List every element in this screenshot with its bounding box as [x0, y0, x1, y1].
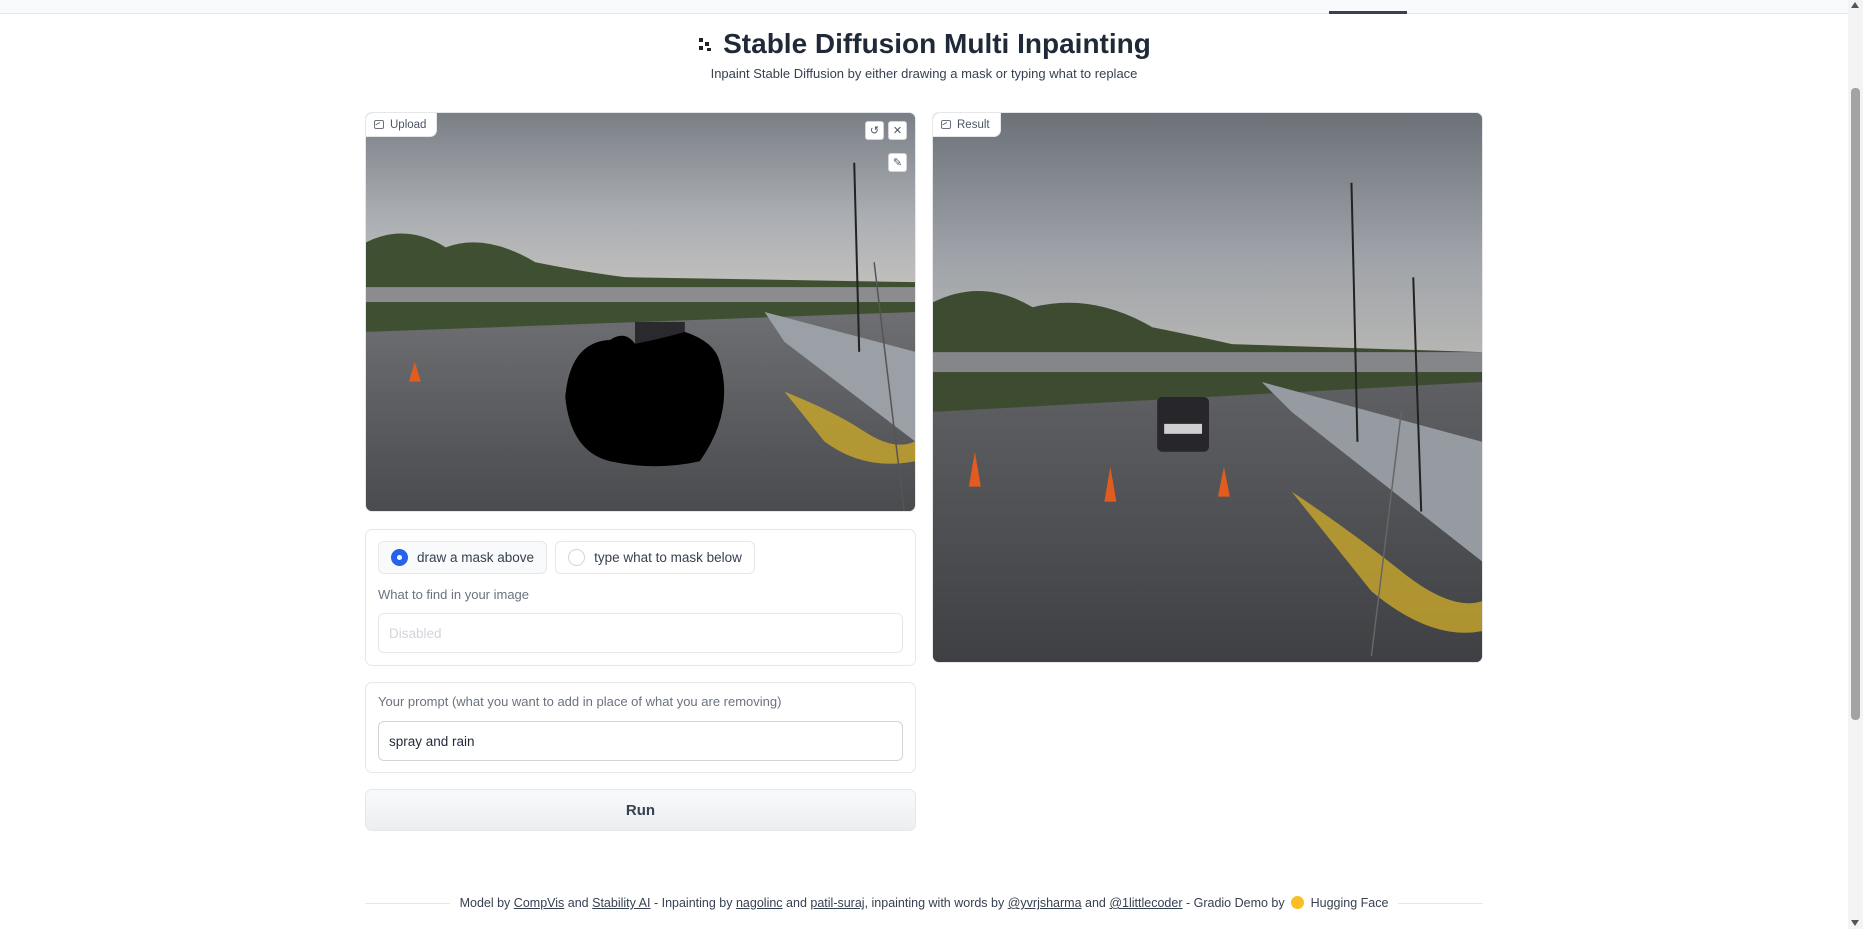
- compvis-link[interactable]: CompVis: [514, 896, 564, 910]
- image-icon: [374, 120, 384, 129]
- mask-mode-box: draw a mask above type what to mask belo…: [365, 529, 916, 666]
- brush-icon: ✎: [892, 157, 903, 169]
- brush-button[interactable]: ✎: [888, 153, 907, 172]
- 1littlecoder-link[interactable]: @1littlecoder: [1109, 896, 1182, 910]
- upload-image[interactable]: [366, 113, 915, 511]
- close-icon: ✕: [892, 125, 903, 137]
- top-nav-bar: [0, 0, 1848, 14]
- prompt-input[interactable]: spray and rain: [378, 721, 903, 761]
- find-field-label: What to find in your image: [378, 587, 530, 602]
- run-button[interactable]: Run: [365, 789, 916, 831]
- scroll-up-icon[interactable]: [1851, 2, 1859, 8]
- result-image: [933, 113, 1482, 662]
- prompt-field-label: Your prompt (what you want to add in pla…: [378, 694, 782, 709]
- page-header: Stable Diffusion Multi Inpainting Inpain…: [0, 28, 1848, 81]
- find-input: Disabled: [378, 613, 903, 653]
- upload-label: Upload: [366, 113, 438, 137]
- undo-icon: ↺: [869, 125, 880, 137]
- radio-type-mask[interactable]: type what to mask below: [555, 541, 755, 574]
- image-icon: [941, 120, 951, 129]
- stability-ai-link[interactable]: Stability AI: [592, 896, 650, 910]
- radio-selected-icon[interactable]: [391, 549, 408, 566]
- page-scrollbar[interactable]: [1848, 0, 1863, 929]
- page-title: Stable Diffusion Multi Inpainting: [723, 28, 1151, 59]
- result-image-panel: Result: [932, 112, 1483, 663]
- undo-button[interactable]: ↺: [865, 121, 884, 140]
- active-tab-indicator: [1329, 11, 1407, 14]
- yvrjsharma-link[interactable]: @yvrjsharma: [1008, 896, 1082, 910]
- patil-suraj-link[interactable]: patil-suraj: [810, 896, 864, 910]
- mask-mode-radio-group: draw a mask above type what to mask belo…: [378, 541, 755, 574]
- upload-image-panel[interactable]: Upload ↺ ✕ ✎: [365, 112, 916, 512]
- hugging-face-icon: [1291, 896, 1305, 909]
- logo-icon: [697, 36, 713, 52]
- nagolinc-link[interactable]: nagolinc: [736, 896, 783, 910]
- footer: Model by CompVis and Stability AI - Inpa…: [365, 893, 1483, 913]
- scroll-down-icon[interactable]: [1851, 920, 1859, 926]
- page-subtitle: Inpaint Stable Diffusion by either drawi…: [710, 66, 1138, 81]
- scrollbar-thumb[interactable]: [1851, 88, 1860, 720]
- radio-unselected-icon[interactable]: [568, 549, 586, 566]
- result-label: Result: [933, 113, 1001, 137]
- clear-button[interactable]: ✕: [888, 121, 907, 140]
- prompt-box: Your prompt (what you want to add in pla…: [365, 682, 916, 773]
- radio-draw-mask[interactable]: draw a mask above: [378, 541, 548, 574]
